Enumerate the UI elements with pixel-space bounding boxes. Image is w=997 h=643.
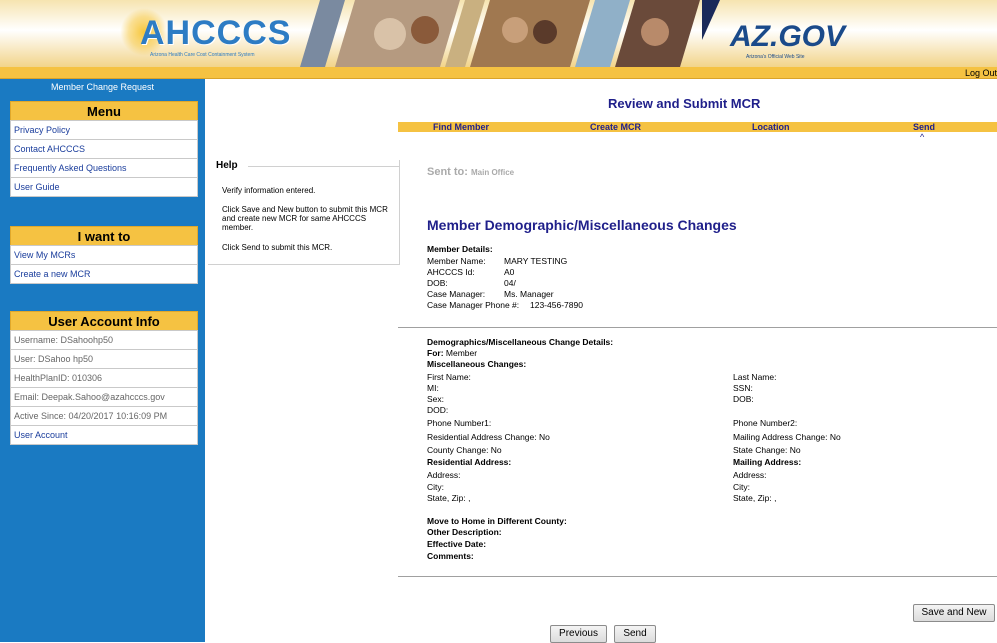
member-name-label: Member Name: [427, 256, 486, 266]
ssn-label: SSN: [733, 383, 753, 393]
member-details-heading: Member Details: [427, 244, 493, 254]
user-account-info-header: User Account Info [10, 311, 198, 331]
misc-changes-heading: Miscellaneous Changes: [427, 359, 527, 369]
menu-box: Menu Privacy Policy Contact AHCCCS Frequ… [10, 101, 198, 197]
mail-city-label: City: [733, 482, 750, 492]
ahcccs-logo-subtitle: Arizona Health Care Cost Containment Sys… [150, 52, 255, 58]
state-change: State Change: No [733, 445, 801, 455]
phone2-label: Phone Number2: [733, 418, 798, 428]
county-change: County Change: No [427, 445, 502, 455]
res-address-change: Residential Address Change: No [427, 432, 550, 442]
azgov-logo[interactable]: AZ.GOV [730, 20, 845, 54]
residential-address-heading: Residential Address: [427, 457, 512, 467]
member-name-value: MARY TESTING [504, 256, 568, 266]
previous-button[interactable]: Previous [550, 625, 607, 643]
step-send: Send [913, 122, 936, 132]
member-dob-value: 04/ [504, 278, 516, 288]
first-name-label: First Name: [427, 372, 471, 382]
res-address-label: Address: [427, 470, 461, 480]
i-want-to-header: I want to [10, 226, 198, 246]
menu-header: Menu [10, 101, 198, 121]
account-active-since: Active Since: 04/20/2017 10:16:09 PM [10, 406, 198, 426]
i-want-to-box: I want to View My MCRs Create a new MCR [10, 226, 198, 284]
user-account-info-box: User Account Info Username: DSahoohp50 U… [10, 311, 198, 445]
case-manager-value: Ms. Manager [504, 289, 554, 299]
logout-link[interactable]: Log Out [965, 67, 997, 79]
account-email: Email: Deepak.Sahoo@azahcccs.gov [10, 387, 198, 407]
divider [398, 327, 997, 328]
save-and-new-button[interactable]: Save and New [913, 604, 995, 622]
last-name-label: Last Name: [733, 372, 777, 382]
ahcccs-logo[interactable]: AHCCCS [140, 14, 291, 53]
dob-label: DOB: [733, 394, 754, 404]
page-title: Review and Submit MCR [608, 96, 761, 111]
sent-to-label: Sent to: [427, 166, 468, 178]
res-state-zip-label: State, Zip: , [427, 493, 471, 503]
dod-label: DOD: [427, 405, 449, 415]
account-healthplan-id: HealthPlanID: 010306 [10, 368, 198, 388]
help-divider [248, 166, 400, 167]
step-location: Location [752, 122, 790, 132]
change-details-heading: Demographics/Miscellaneous Change Detail… [427, 337, 614, 347]
help-text-send: Click Send to submit this MCR. [222, 243, 333, 252]
comments-label: Comments: [427, 551, 474, 561]
help-panel: Help Verify information entered. Click S… [208, 160, 400, 265]
step-find-member: Find Member [433, 122, 490, 132]
res-city-label: City: [427, 482, 444, 492]
case-manager-phone-label: Case Manager Phone #: [427, 300, 520, 310]
for-row: For: Member [427, 348, 477, 358]
ahcccs-id-label: AHCCCS Id: [427, 267, 475, 277]
step-create-mcr: Create MCR [590, 122, 642, 132]
sent-to-value: Main Office [471, 168, 515, 177]
wizard-steps-bar: Find Member Create MCR Location Send [398, 122, 997, 132]
sidebar: Member Change Request Menu Privacy Polic… [0, 79, 205, 642]
help-text-verify: Verify information entered. [222, 186, 316, 195]
menu-item-faq[interactable]: Frequently Asked Questions [10, 158, 198, 178]
mi-label: MI: [427, 383, 439, 393]
menu-item-privacy-policy[interactable]: Privacy Policy [10, 120, 198, 140]
view-my-mcrs-link[interactable]: View My MCRs [10, 245, 198, 265]
move-county-label: Move to Home in Different County: [427, 516, 567, 526]
mail-address-label: Address: [733, 470, 767, 480]
mailing-address-change: Mailing Address Change: No [733, 432, 841, 442]
for-value: Member [445, 348, 478, 358]
menu-item-contact-ahcccs[interactable]: Contact AHCCCS [10, 139, 198, 159]
help-text-save-new: Click Save and New button to submit this… [222, 205, 388, 232]
top-gold-bar: Log Out [0, 67, 997, 79]
sex-label: Sex: [427, 394, 445, 404]
effective-date-label: Effective Date: [427, 539, 487, 549]
menu-item-user-guide[interactable]: User Guide [10, 177, 198, 197]
sent-to: Sent to: Main Office [427, 166, 514, 178]
member-dob-label: DOB: [427, 278, 448, 288]
account-username: Username: DSahoohp50 [10, 330, 198, 350]
user-account-link[interactable]: User Account [10, 425, 198, 445]
section-title: Member Demographic/Miscellaneous Changes [427, 217, 737, 233]
banner-photo-strip [300, 0, 720, 67]
create-new-mcr-link[interactable]: Create a new MCR [10, 264, 198, 284]
other-description-label: Other Description: [427, 527, 502, 537]
case-manager-label: Case Manager: [427, 289, 486, 299]
send-button[interactable]: Send [614, 625, 656, 643]
ahcccs-id-value: A0 [504, 267, 515, 277]
mail-state-zip-label: State, Zip: , [733, 493, 777, 503]
case-manager-phone-value: 123-456-7890 [530, 300, 583, 310]
redaction-mask [516, 266, 588, 288]
help-title: Help [216, 160, 242, 171]
account-user: User: DSahoo hp50 [10, 349, 198, 369]
header-banner: AHCCCS Arizona Health Care Cost Containm… [0, 0, 997, 67]
divider [398, 576, 997, 577]
azgov-logo-subtitle: Arizona's Official Web Site [746, 54, 805, 60]
mailing-address-heading: Mailing Address: [733, 457, 802, 467]
sidebar-title: Member Change Request [50, 82, 155, 92]
phone1-label: Phone Number1: [427, 418, 492, 428]
current-step-caret-icon: ^ [920, 132, 925, 142]
for-label: For: [427, 348, 444, 358]
